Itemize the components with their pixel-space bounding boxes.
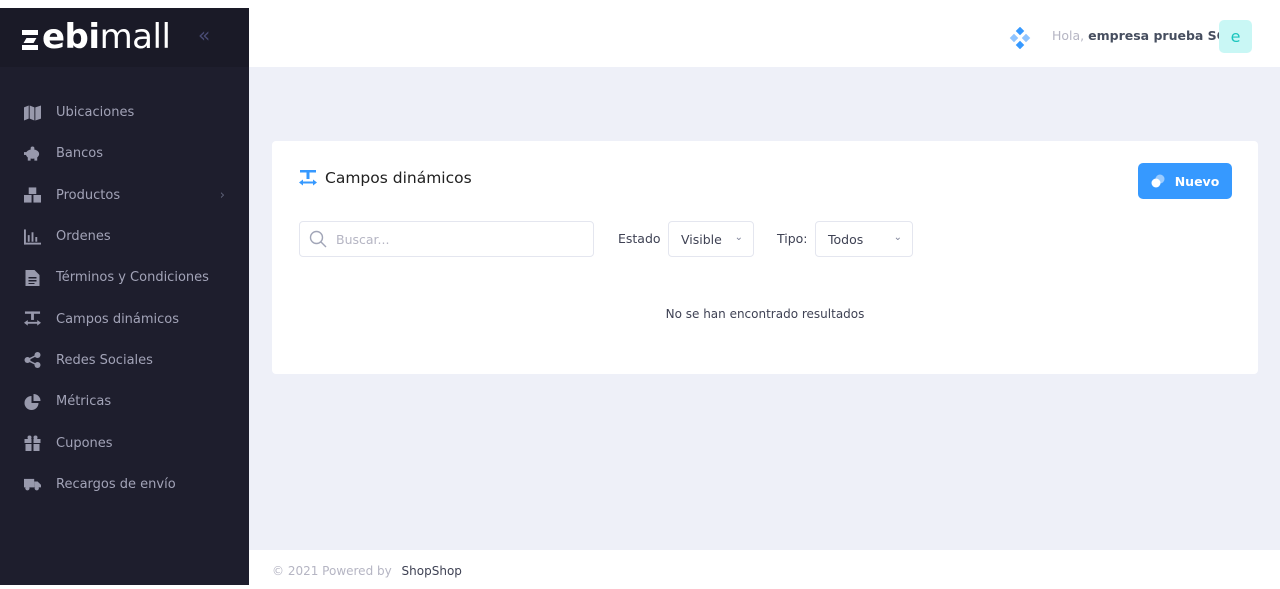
user-name[interactable]: empresa prueba SC [1088, 28, 1226, 43]
greeting-prefix: Hola, [1052, 28, 1085, 43]
add-circle-icon [1151, 174, 1165, 188]
pie-chart-icon [23, 393, 42, 410]
tipo-label: Tipo: [777, 231, 808, 246]
empty-state-message: No se han encontrado resultados [665, 307, 865, 321]
document-icon [23, 269, 42, 286]
logo-mark-icon [22, 30, 38, 50]
search-input[interactable] [336, 231, 576, 247]
sidebar-item-label: Campos dinámicos [56, 311, 180, 327]
top-header: Hola, empresa prueba SC e [249, 8, 1280, 67]
sidebar-item-ordenes[interactable]: Ordenes [0, 216, 249, 257]
logo-text: ebimall [42, 17, 171, 57]
main-content: Campos dinámicos Nuevo Estado Visible [249, 67, 1280, 550]
tipo-select-value: Todos [828, 231, 864, 247]
sidebar-item-recargos-envio[interactable]: Recargos de envío [0, 464, 249, 505]
estado-select[interactable]: Visible ⌄ [668, 221, 754, 257]
text-height-icon [299, 170, 317, 186]
chevron-down-icon: ⌄ [893, 232, 902, 243]
avatar[interactable]: e [1219, 20, 1252, 53]
bar-chart-icon [23, 228, 42, 245]
chevrons-left-icon[interactable]: « [198, 25, 210, 45]
user-greeting: Hola, empresa prueba SC [1052, 28, 1226, 43]
sidebar-item-label: Productos [56, 187, 121, 203]
sidebar-item-cupones[interactable]: Cupones [0, 422, 249, 463]
logo[interactable]: ebimall [22, 17, 171, 57]
sidebar: ebimall « Ubicaciones Bancos Productos ›… [0, 8, 249, 585]
sidebar-item-label: Cupones [56, 435, 113, 451]
sidebar-item-label: Términos y Condiciones [56, 270, 209, 286]
sidebar-item-redes-sociales[interactable]: Redes Sociales [0, 340, 249, 381]
footer-link[interactable]: ShopShop [402, 564, 462, 578]
new-button-label: Nuevo [1174, 173, 1220, 189]
footer-text: © 2021 Powered by ShopShop [272, 564, 462, 578]
app-frame: ebimall « Ubicaciones Bancos Productos ›… [0, 8, 1280, 585]
map-icon [23, 105, 42, 121]
estado-label: Estado [618, 231, 661, 246]
sidebar-item-label: Bancos [56, 146, 103, 162]
sidebar-item-bancos[interactable]: Bancos [0, 133, 249, 174]
page-title: Campos dinámicos [325, 169, 472, 187]
sidebar-item-ubicaciones[interactable]: Ubicaciones [0, 92, 249, 133]
chevron-right-icon: › [219, 187, 225, 203]
new-button[interactable]: Nuevo [1138, 163, 1232, 199]
sidebar-menu: Ubicaciones Bancos Productos › Ordenes T… [0, 92, 249, 505]
boxes-icon [23, 187, 42, 203]
search-icon [309, 230, 327, 248]
tipo-select[interactable]: Todos ⌄ [815, 221, 913, 257]
gift-icon [23, 435, 42, 452]
sidebar-item-terminos[interactable]: Términos y Condiciones [0, 257, 249, 298]
copyright-text: © 2021 Powered by [272, 564, 392, 578]
diamond-dots-icon[interactable] [1009, 26, 1031, 50]
sidebar-item-label: Métricas [56, 394, 112, 410]
brand-bar: ebimall « [0, 8, 249, 67]
sidebar-item-label: Ordenes [56, 229, 111, 245]
piggy-bank-icon [23, 146, 42, 162]
sidebar-item-label: Recargos de envío [56, 476, 176, 492]
sidebar-item-productos[interactable]: Productos › [0, 175, 249, 216]
share-icon [23, 352, 42, 369]
chevron-down-icon: ⌄ [734, 232, 743, 243]
text-height-icon [23, 311, 42, 327]
estado-select-value: Visible [681, 231, 722, 247]
truck-icon [23, 476, 42, 492]
sidebar-item-label: Redes Sociales [56, 352, 153, 368]
sidebar-item-label: Ubicaciones [56, 105, 135, 121]
search-box [299, 221, 594, 257]
campos-card: Campos dinámicos Nuevo Estado Visible [272, 141, 1258, 374]
card-header: Campos dinámicos [299, 169, 472, 187]
sidebar-item-metricas[interactable]: Métricas [0, 381, 249, 422]
sidebar-item-campos-dinamicos[interactable]: Campos dinámicos [0, 298, 249, 339]
footer: © 2021 Powered by ShopShop [249, 550, 1280, 585]
